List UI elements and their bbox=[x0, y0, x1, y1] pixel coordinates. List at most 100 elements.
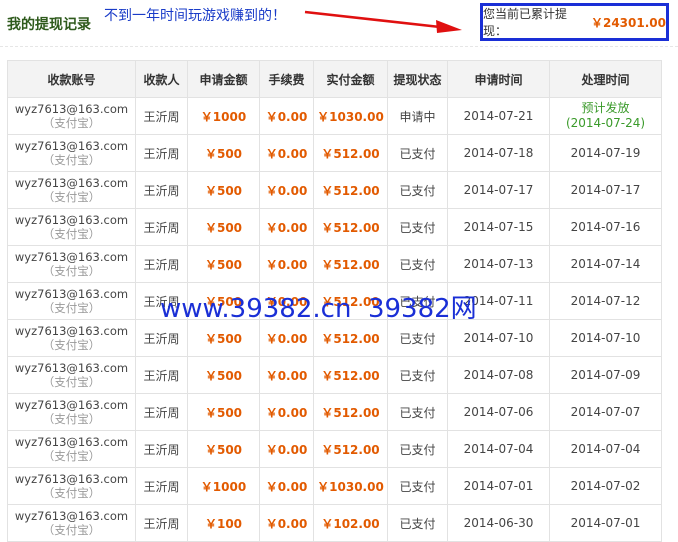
table-row: wyz7613@163.com （支付宝） 王沂周 ￥500 ￥0.00 ￥512.00 已… bbox=[7, 319, 662, 357]
process-time-cell: 预计发放 (2014-07-24) bbox=[549, 97, 662, 135]
payee-cell: 王沂周 bbox=[135, 134, 188, 172]
process-time-cell: 2014-07-07 bbox=[549, 393, 662, 431]
paid-cell: ￥512.00 bbox=[313, 356, 388, 394]
paid-cell: ￥102.00 bbox=[313, 504, 388, 542]
process-time-cell: 2014-07-16 bbox=[549, 208, 662, 246]
account-email: wyz7613@163.com bbox=[14, 435, 129, 449]
payee-cell: 王沂周 bbox=[135, 97, 188, 135]
process-time-cell: 2014-07-19 bbox=[549, 134, 662, 172]
process-status: 预计发放 bbox=[581, 101, 630, 115]
process-date: (2014-07-24) bbox=[565, 116, 646, 130]
fee-cell: ￥0.00 bbox=[259, 134, 314, 172]
account-method: （支付宝） bbox=[42, 486, 101, 500]
account-cell: wyz7613@163.com （支付宝） bbox=[7, 319, 136, 357]
table-row: wyz7613@163.com （支付宝） 王沂周 ￥500 ￥0.00 ￥512.00 已… bbox=[7, 393, 662, 431]
col-header: 收款人 bbox=[135, 60, 188, 98]
account-method: （支付宝） bbox=[42, 449, 101, 463]
status-cell: 已支付 bbox=[387, 393, 448, 431]
table-row: wyz7613@163.com （支付宝） 王沂周 ￥500 ￥0.00 ￥512.00 已… bbox=[7, 356, 662, 394]
process-time-cell: 2014-07-14 bbox=[549, 245, 662, 283]
account-cell: wyz7613@163.com （支付宝） bbox=[7, 393, 136, 431]
account-email: wyz7613@163.com bbox=[14, 509, 129, 523]
divider bbox=[0, 46, 678, 47]
process-time-cell: 2014-07-09 bbox=[549, 356, 662, 394]
paid-cell: ￥512.00 bbox=[313, 208, 388, 246]
apply-time-cell: 2014-07-13 bbox=[447, 245, 550, 283]
apply-time-cell: 2014-07-15 bbox=[447, 208, 550, 246]
account-method: （支付宝） bbox=[42, 264, 101, 278]
account-cell: wyz7613@163.com （支付宝） bbox=[7, 430, 136, 468]
process-time-cell: 2014-07-12 bbox=[549, 282, 662, 320]
col-header: 申请时间 bbox=[447, 60, 550, 98]
fee-cell: ￥0.00 bbox=[259, 208, 314, 246]
apply-time-cell: 2014-07-10 bbox=[447, 319, 550, 357]
process-time-cell: 2014-07-04 bbox=[549, 430, 662, 468]
paid-cell: ￥512.00 bbox=[313, 319, 388, 357]
col-header: 处理时间 bbox=[549, 60, 662, 98]
apply-time-cell: 2014-07-06 bbox=[447, 393, 550, 431]
process-time-cell: 2014-07-01 bbox=[549, 504, 662, 542]
account-cell: wyz7613@163.com （支付宝） bbox=[7, 282, 136, 320]
account-method: （支付宝） bbox=[42, 153, 101, 167]
paid-cell: ￥512.00 bbox=[313, 245, 388, 283]
amount-cell: ￥1000 bbox=[187, 467, 260, 505]
account-email: wyz7613@163.com bbox=[14, 139, 129, 153]
apply-time-cell: 2014-07-21 bbox=[447, 97, 550, 135]
amount-cell: ￥500 bbox=[187, 356, 260, 394]
account-method: （支付宝） bbox=[42, 338, 101, 352]
table-row: wyz7613@163.com （支付宝） 王沂周 ￥500 ￥0.00 ￥512.00 已… bbox=[7, 245, 662, 283]
fee-cell: ￥0.00 bbox=[259, 245, 314, 283]
table-row: wyz7613@163.com （支付宝） 王沂周 ￥500 ￥0.00 ￥512.00 已… bbox=[7, 171, 662, 209]
process-time-cell: 2014-07-17 bbox=[549, 171, 662, 209]
payee-cell: 王沂周 bbox=[135, 245, 188, 283]
paid-cell: ￥1030.00 bbox=[313, 467, 388, 505]
total-label: 您当前已累计提现： bbox=[483, 7, 568, 38]
fee-cell: ￥0.00 bbox=[259, 467, 314, 505]
fee-cell: ￥0.00 bbox=[259, 97, 314, 135]
table-row: wyz7613@163.com （支付宝） 王沂周 ￥100 ￥0.00 ￥102.00 已… bbox=[7, 504, 662, 542]
fee-cell: ￥0.00 bbox=[259, 356, 314, 394]
apply-time-cell: 2014-06-30 bbox=[447, 504, 550, 542]
amount-cell: ￥500 bbox=[187, 245, 260, 283]
table-header-row: 收款账号 收款人 申请金额 手续费 实付金额 提现状态 申请时间 处理时间 bbox=[7, 60, 662, 98]
account-method: （支付宝） bbox=[42, 301, 101, 315]
table-row: wyz7613@163.com （支付宝） 王沂周 ￥500 ￥0.00 ￥512.00 已… bbox=[7, 208, 662, 246]
amount-cell: ￥500 bbox=[187, 319, 260, 357]
total-withdrawn-box: 您当前已累计提现： ￥24301.00 bbox=[480, 3, 669, 41]
watermark: www.39382.cn 39382网 bbox=[160, 294, 477, 324]
process-time-cell: 2014-07-10 bbox=[549, 319, 662, 357]
account-method: （支付宝） bbox=[42, 375, 101, 389]
amount-cell: ￥500 bbox=[187, 393, 260, 431]
payee-cell: 王沂周 bbox=[135, 467, 188, 505]
status-cell: 已支付 bbox=[387, 245, 448, 283]
account-cell: wyz7613@163.com （支付宝） bbox=[7, 467, 136, 505]
payee-cell: 王沂周 bbox=[135, 356, 188, 394]
account-email: wyz7613@163.com bbox=[14, 324, 129, 338]
status-cell: 已支付 bbox=[387, 467, 448, 505]
col-header: 申请金额 bbox=[187, 60, 260, 98]
account-cell: wyz7613@163.com （支付宝） bbox=[7, 504, 136, 542]
status-cell: 已支付 bbox=[387, 504, 448, 542]
col-header: 实付金额 bbox=[313, 60, 388, 98]
table-row: wyz7613@163.com （支付宝） 王沂周 ￥1000 ￥0.00 ￥1030.0… bbox=[7, 467, 662, 505]
amount-cell: ￥500 bbox=[187, 208, 260, 246]
payee-cell: 王沂周 bbox=[135, 393, 188, 431]
table-row: wyz7613@163.com （支付宝） 王沂周 ￥1000 ￥0.00 ￥1030.0… bbox=[7, 97, 662, 135]
account-email: wyz7613@163.com bbox=[14, 398, 129, 412]
amount-cell: ￥100 bbox=[187, 504, 260, 542]
payee-cell: 王沂周 bbox=[135, 171, 188, 209]
amount-cell: ￥500 bbox=[187, 134, 260, 172]
account-method: （支付宝） bbox=[42, 412, 101, 426]
table-row: wyz7613@163.com （支付宝） 王沂周 ￥500 ￥0.00 ￥512.00 已… bbox=[7, 430, 662, 468]
fee-cell: ￥0.00 bbox=[259, 430, 314, 468]
total-amount: ￥24301.00 bbox=[590, 15, 666, 30]
amount-cell: ￥500 bbox=[187, 430, 260, 468]
status-cell: 已支付 bbox=[387, 356, 448, 394]
apply-time-cell: 2014-07-04 bbox=[447, 430, 550, 468]
apply-time-cell: 2014-07-17 bbox=[447, 171, 550, 209]
apply-time-cell: 2014-07-01 bbox=[447, 467, 550, 505]
table-row: wyz7613@163.com （支付宝） 王沂周 ￥500 ￥0.00 ￥512.00 已… bbox=[7, 134, 662, 172]
fee-cell: ￥0.00 bbox=[259, 319, 314, 357]
payee-cell: 王沂周 bbox=[135, 504, 188, 542]
paid-cell: ￥512.00 bbox=[313, 430, 388, 468]
